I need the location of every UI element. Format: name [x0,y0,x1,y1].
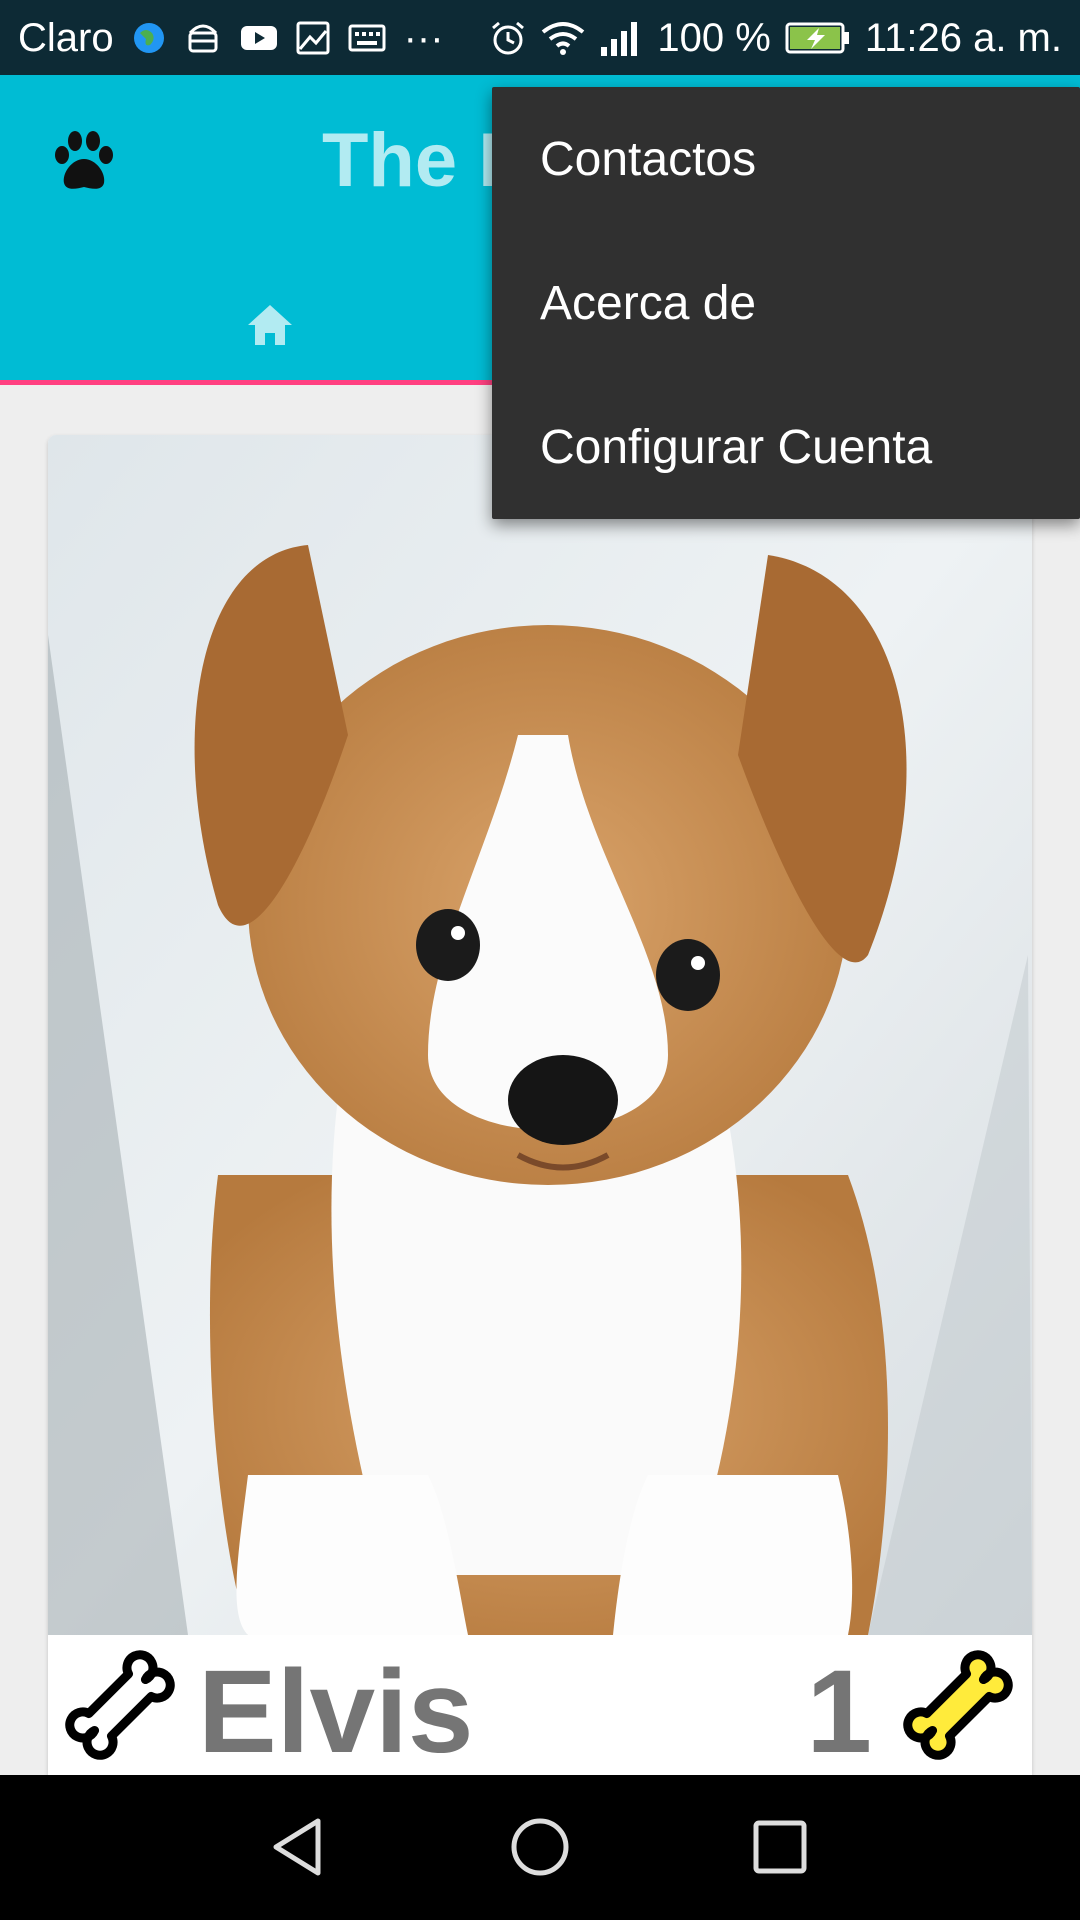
pet-card[interactable]: Elvis 1 [48,435,1032,1775]
keyboard-icon [348,16,386,60]
globe-icon [132,16,166,60]
menu-item-configurar-cuenta[interactable]: Configurar Cuenta [492,375,1080,519]
tab-indicator [0,380,540,385]
more-notifications-dots: ··· [403,15,444,60]
android-icon [184,16,222,60]
alarm-icon [489,16,527,60]
home-circle-icon[interactable] [500,1807,580,1887]
menu-item-contactos[interactable]: Contactos [492,87,1080,231]
overflow-menu: Contactos Acerca de Configurar Cuenta [492,87,1080,519]
battery-percent: 100 % [657,15,771,60]
paw-icon[interactable] [48,125,120,197]
recents-icon[interactable] [740,1807,820,1887]
bone-yellow-icon [898,1645,1018,1765]
bone-outline-icon[interactable] [60,1645,180,1765]
wifi-icon [541,16,585,60]
battery-charging-icon [785,16,851,60]
status-right: 100 % 11:26 a. m. [489,16,1062,60]
menu-item-acerca-de[interactable]: Acerca de [492,231,1080,375]
pet-card-footer: Elvis 1 [48,1635,1032,1775]
navigation-bar [0,1775,1080,1920]
signal-icon [599,16,643,60]
status-bar: Claro ··· 100 % 11:26 a. m. [0,0,1080,75]
pet-rating-count: 1 [806,1646,872,1775]
home-icon [248,305,292,345]
pet-name: Elvis [198,1646,474,1775]
youtube-icon [240,16,278,60]
tab-home[interactable] [230,285,310,365]
puppy-photo [48,435,1032,1635]
status-left: Claro ··· [18,16,444,60]
clock: 11:26 a. m. [864,15,1062,60]
carrier-label: Claro [18,15,114,60]
back-icon[interactable] [260,1807,340,1887]
image-icon [296,16,330,60]
